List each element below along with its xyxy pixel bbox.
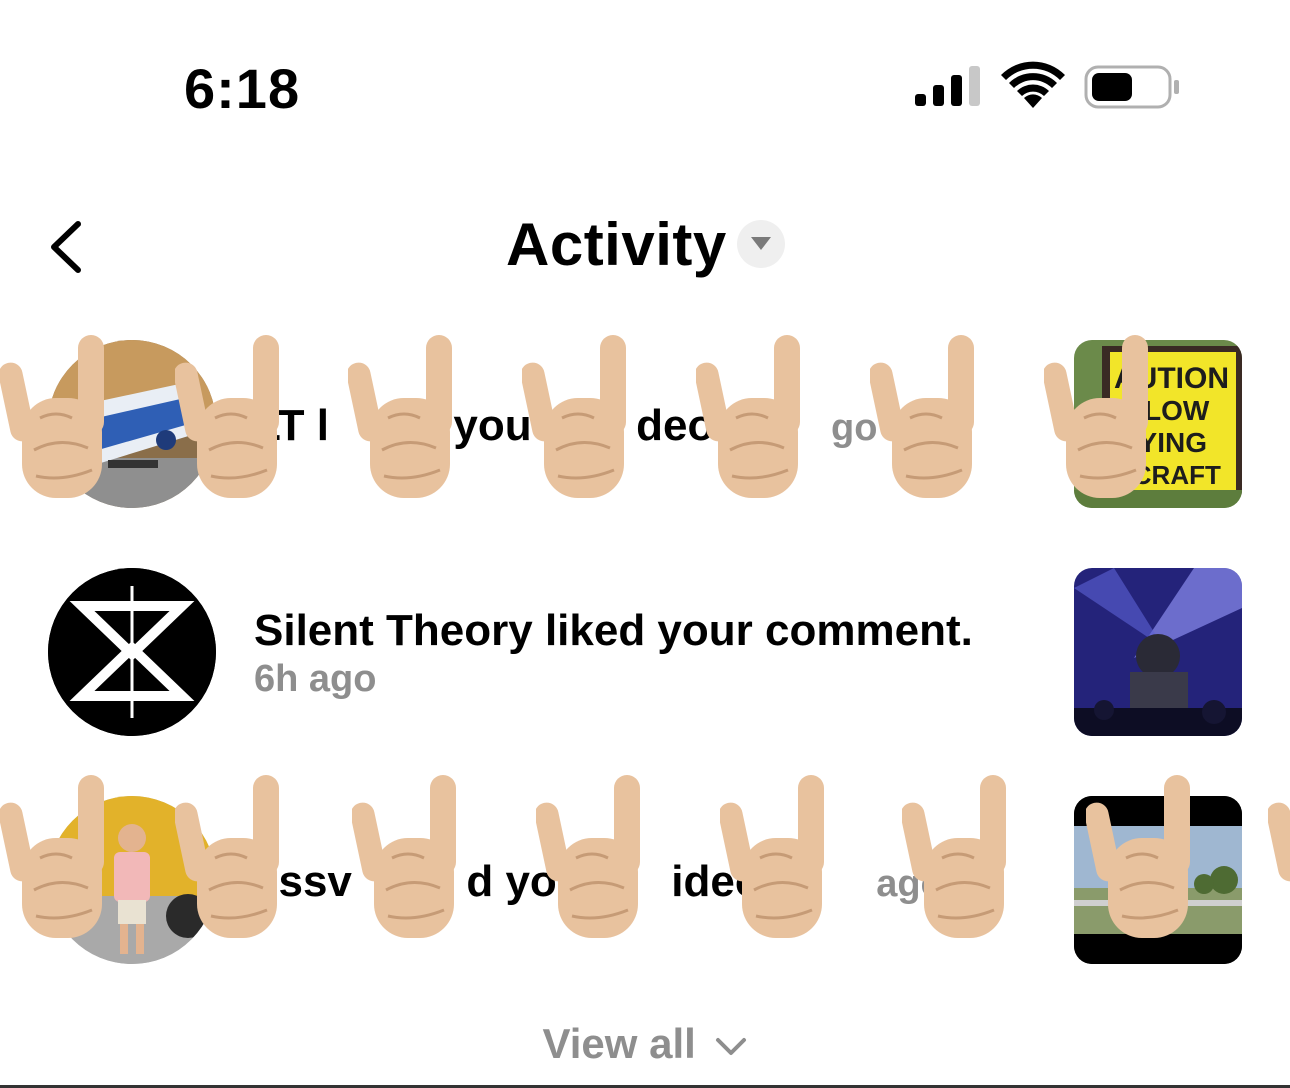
- avatar[interactable]: [48, 796, 216, 964]
- view-all-button[interactable]: View all: [0, 1020, 1290, 1068]
- wifi-icon: [1001, 61, 1065, 108]
- activity-item[interactable]: LT l you deo. go AUTION LOW LYING RCRAFT: [0, 323, 1290, 523]
- activity-text: deo.: [636, 401, 727, 450]
- cellular-signal-icon: [915, 66, 980, 106]
- activity-text: Silent Theory liked your comment.: [254, 606, 973, 655]
- activity-time: go: [831, 407, 878, 449]
- status-icons: [915, 60, 1185, 116]
- activity-item[interactable]: essv d yo ideo ago: [0, 779, 1290, 979]
- page-title: Activity: [506, 211, 727, 278]
- sign-line: LOW: [1144, 395, 1210, 426]
- sign-line: AUTION: [1114, 362, 1229, 395]
- activity-time: ago: [876, 863, 944, 905]
- silent-theory-logo-icon: [48, 568, 216, 736]
- activity-text: you: [453, 401, 532, 450]
- post-thumbnail[interactable]: [1074, 796, 1242, 964]
- activity-text: essv: [254, 857, 352, 906]
- post-thumbnail[interactable]: [1074, 568, 1242, 736]
- avatar[interactable]: [48, 340, 216, 508]
- activity-text: LT l: [254, 401, 329, 450]
- status-time: 6:18: [184, 57, 301, 120]
- caret-down-icon: [751, 237, 771, 250]
- chevron-down-icon: [715, 1037, 746, 1055]
- activity-item[interactable]: Silent Theory liked your comment. 6h ago: [0, 551, 1290, 751]
- chevron-left-icon: [51, 221, 81, 273]
- sign-line: RCRAFT: [1114, 460, 1221, 490]
- view-all-label: View all: [542, 1020, 696, 1067]
- post-thumbnail[interactable]: AUTION LOW LYING RCRAFT: [1074, 340, 1242, 508]
- sign-line: LYING: [1124, 427, 1207, 458]
- activity-text: d yo: [466, 857, 557, 906]
- battery-icon: [1084, 65, 1179, 109]
- activity-time: 6h ago: [254, 658, 377, 700]
- activity-text: ideo: [671, 857, 762, 906]
- activity-dropdown-button[interactable]: [737, 220, 785, 268]
- back-button[interactable]: [44, 212, 94, 282]
- avatar[interactable]: [48, 568, 216, 736]
